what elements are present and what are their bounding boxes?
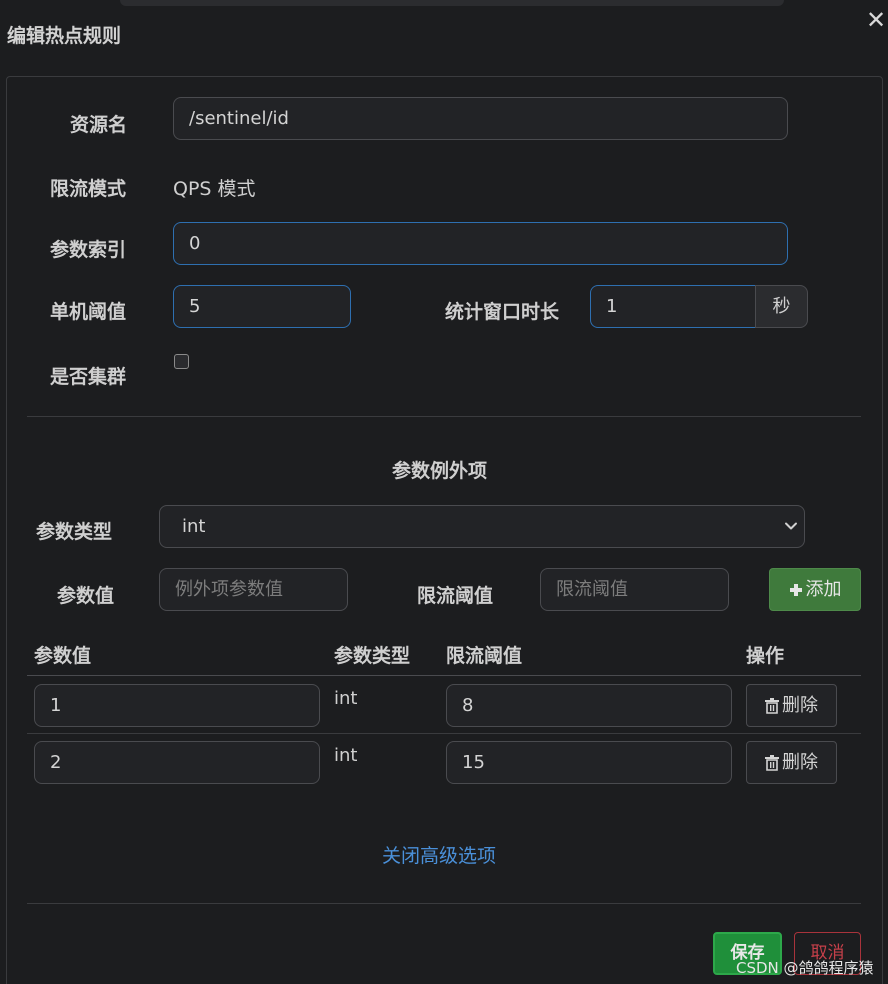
threshold-input[interactable] <box>173 285 351 328</box>
divider <box>27 416 861 417</box>
add-button-label: 添加 <box>805 579 842 600</box>
exceptions-title: 参数例外项 <box>392 460 488 482</box>
close-icon[interactable]: ✕ <box>866 6 886 34</box>
param-type-select[interactable]: int <box>159 505 805 548</box>
row-divider <box>27 733 861 734</box>
param-value-input[interactable] <box>159 568 348 611</box>
limit-input[interactable] <box>540 568 729 611</box>
row-value-input[interactable] <box>34 684 320 727</box>
row-limit-input[interactable] <box>446 684 732 727</box>
dialog-title: 编辑热点规则 <box>7 25 122 47</box>
plus-icon <box>789 584 802 596</box>
cluster-checkbox[interactable] <box>174 354 189 369</box>
table-header-value: 参数值 <box>34 645 92 667</box>
chevron-down-icon <box>785 522 797 530</box>
add-button[interactable]: 添加 <box>769 568 861 611</box>
row-type: int <box>334 745 358 766</box>
table-header-divider <box>27 675 861 676</box>
cluster-label: 是否集群 <box>50 366 127 388</box>
trash-icon <box>765 755 779 771</box>
top-edge-bar <box>120 0 784 6</box>
mode-value: QPS 模式 <box>173 178 256 200</box>
row-value-input[interactable] <box>34 741 320 784</box>
param-value-label: 参数值 <box>57 585 115 607</box>
window-input[interactable] <box>590 285 756 328</box>
param-index-input[interactable] <box>173 222 788 265</box>
limit-label: 限流阈值 <box>417 585 494 607</box>
delete-button[interactable]: 删除 <box>746 684 837 727</box>
param-type-label: 参数类型 <box>36 521 113 543</box>
row-type: int <box>334 688 358 709</box>
close-advanced-link[interactable]: 关闭高级选项 <box>382 841 496 868</box>
table-header-type: 参数类型 <box>334 645 411 667</box>
resource-label: 资源名 <box>70 114 128 136</box>
table-header-limit: 限流阈值 <box>446 645 523 667</box>
threshold-label: 单机阈值 <box>50 301 127 323</box>
table-header-action: 操作 <box>746 645 785 667</box>
delete-button-label: 删除 <box>782 752 818 773</box>
param-type-selected: int <box>182 516 206 537</box>
watermark: CSDN @鸽鸽程序猿 <box>736 959 874 977</box>
window-unit-addon: 秒 <box>755 285 808 328</box>
row-limit-input[interactable] <box>446 741 732 784</box>
delete-button-label: 删除 <box>782 695 818 716</box>
footer-divider <box>27 903 861 904</box>
delete-button[interactable]: 删除 <box>746 741 837 784</box>
window-label: 统计窗口时长 <box>445 301 560 323</box>
resource-input[interactable] <box>173 97 788 140</box>
trash-icon <box>765 698 779 714</box>
mode-label: 限流模式 <box>50 178 127 200</box>
param-index-label: 参数索引 <box>50 239 127 261</box>
